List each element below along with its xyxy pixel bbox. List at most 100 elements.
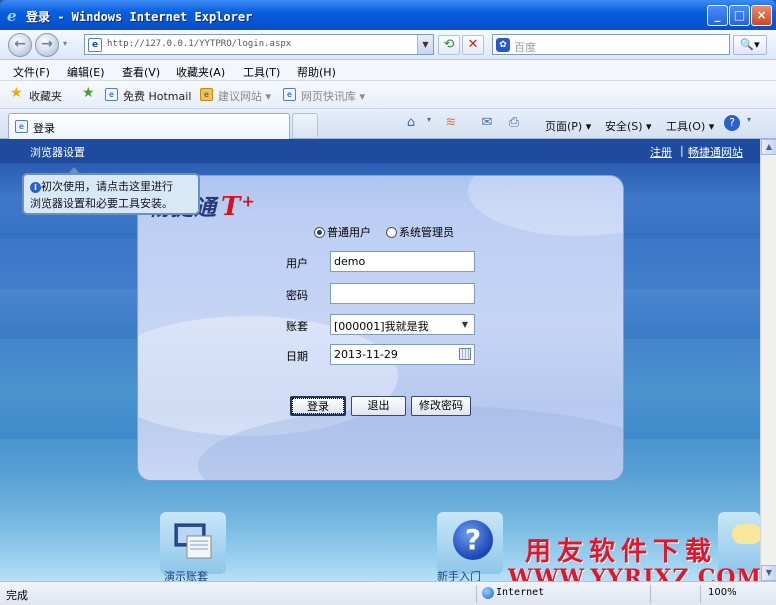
change-password-button[interactable]: 修改密码 [411, 396, 471, 416]
baidu-icon: ✿ [496, 38, 510, 52]
watermark-chinese: 用友软件下载 [525, 537, 718, 567]
login-panel: 畅捷通T+ 普通用户 系统管理员 用户 demo 密码 账套 [000001]我… [137, 175, 624, 481]
fav-web-slice[interactable]: 网页快讯库 ▾ [301, 88, 365, 104]
demo-account-card[interactable] [160, 512, 226, 574]
favorites-star-icon: ★ [10, 85, 23, 101]
svg-text:e: e [7, 7, 17, 23]
search-button[interactable]: 🔍▾ [733, 35, 767, 55]
menu-bar: 文件(F) 编辑(E) 查看(V) 收藏夹(A) 工具(T) 帮助(H) [0, 60, 776, 81]
tools-menu[interactable]: 工具(O) ▾ [666, 118, 714, 134]
question-mark-icon: ? [453, 520, 493, 560]
page-content: 浏览器设置 注册 | 畅捷通网站 i 初次使用，请点击这里进行 浏览器设置和必要工… [0, 139, 760, 581]
logo-plus: + [241, 191, 256, 211]
history-dropdown-icon[interactable]: ▾ [63, 39, 67, 48]
register-link[interactable]: 注册 [650, 144, 672, 160]
page-menu[interactable]: 页面(P) ▾ [545, 118, 591, 134]
menu-view[interactable]: 查看(V) [122, 64, 160, 80]
lightbulb-icon [732, 524, 760, 544]
help-dropdown-icon[interactable]: ▾ [740, 115, 758, 131]
user-input[interactable]: demo [330, 251, 475, 272]
status-separator [476, 585, 477, 603]
home-dropdown-icon[interactable]: ▾ [420, 115, 438, 131]
help-icon[interactable]: ? [724, 115, 740, 131]
fav-hotmail[interactable]: 免费 Hotmail [123, 88, 191, 104]
new-tab-button[interactable] [292, 113, 318, 137]
beginner-guide-label[interactable]: 新手入门 [437, 568, 481, 581]
address-toolbar: ← → ▾ e http://127.0.0.1/YYTPRO/login.as… [0, 30, 776, 60]
menu-tools[interactable]: 工具(T) [243, 64, 280, 80]
date-label: 日期 [286, 350, 308, 363]
address-dropdown-icon[interactable]: ▼ [417, 35, 433, 54]
password-label: 密码 [286, 289, 308, 302]
title-bar: e 登录 - Windows Internet Explorer _ □ × [0, 0, 776, 30]
back-button[interactable]: ← [8, 33, 32, 57]
address-input[interactable]: e http://127.0.0.1/YYTPRO/login.aspx ▼ [84, 34, 434, 55]
demo-account-label[interactable]: 演示账套 [164, 568, 208, 581]
internet-zone-icon [482, 587, 494, 599]
status-text: 完成 [6, 589, 28, 602]
monitor-icon [174, 523, 212, 559]
close-button[interactable]: × [751, 5, 772, 26]
menu-file[interactable]: 文件(F) [13, 64, 50, 80]
tooltip-line1: 初次使用，请点击这里进行 [41, 180, 173, 193]
date-value: 2013-11-29 [334, 348, 398, 361]
info-icon: i [30, 182, 41, 193]
menu-help[interactable]: 帮助(H) [297, 64, 336, 80]
menu-favorites[interactable]: 收藏夹(A) [176, 64, 225, 80]
radio-normal-user[interactable] [314, 227, 325, 238]
home-icon[interactable]: ⌂ [402, 115, 420, 131]
first-use-tooltip[interactable]: i 初次使用，请点击这里进行 浏览器设置和必要工具安装。 [22, 173, 200, 215]
feeds-icon[interactable]: ≋ [442, 115, 460, 131]
add-favorite-icon[interactable]: ★ [82, 85, 95, 101]
favorites-bar: ★ 收藏夹 ★ e 免费 Hotmail e 建议网站 ▾ e 网页快讯库 ▾ [0, 81, 776, 109]
account-select[interactable]: [000001]我就是我 ▼ [330, 314, 475, 335]
search-input[interactable]: ✿ 百度 [492, 34, 730, 55]
minimize-button[interactable]: _ [707, 5, 728, 26]
print-icon[interactable]: ⎙ [505, 115, 523, 131]
menu-edit[interactable]: 编辑(E) [67, 64, 105, 80]
browser-settings-link[interactable]: 浏览器设置 [30, 144, 85, 160]
forward-arrow-icon: → [41, 36, 53, 52]
radio-normal-user-label[interactable]: 普通用户 [327, 226, 371, 239]
url-text: http://127.0.0.1/YYTPRO/login.aspx [107, 39, 292, 49]
stop-button[interactable]: ✕ [462, 35, 484, 55]
status-bar: 完成 Internet 100% [0, 581, 776, 605]
radio-admin-label[interactable]: 系统管理员 [399, 226, 454, 239]
maximize-button[interactable]: □ [729, 5, 750, 26]
password-input[interactable] [330, 283, 475, 304]
window-title: 登录 - Windows Internet Explorer [26, 10, 253, 24]
refresh-button[interactable]: ⟲ [438, 35, 460, 55]
safety-menu[interactable]: 安全(S) ▾ [605, 118, 652, 134]
tab-login[interactable]: e 登录 [8, 113, 290, 139]
login-button[interactable]: 登录 [290, 396, 346, 416]
back-arrow-icon: ← [14, 36, 26, 52]
chanjet-site-link[interactable]: 畅捷通网站 [688, 144, 743, 160]
date-input[interactable]: 2013-11-29 [330, 344, 475, 365]
user-label: 用户 [286, 257, 308, 270]
zone-text: Internet [496, 587, 545, 598]
exit-button[interactable]: 退出 [351, 396, 406, 416]
tooltip-line2: 浏览器设置和必要工具安装。 [30, 197, 173, 210]
calendar-icon[interactable] [459, 348, 471, 360]
role-selector: 普通用户 系统管理员 [314, 224, 454, 240]
logo-t: T [221, 192, 242, 222]
forward-button[interactable]: → [35, 33, 59, 57]
favorites-button[interactable]: 收藏夹 [29, 88, 62, 104]
scroll-down-icon[interactable]: ▼ [761, 565, 776, 581]
top-strip [0, 139, 760, 163]
zoom-level[interactable]: 100% [708, 587, 737, 598]
fav-suggested-sites[interactable]: 建议网站 ▾ [218, 88, 271, 104]
tab-row: e 登录 ⌂ ▾ ≋ ✉ ⎙ 页面(P) ▾ 安全(S) ▾ 工具(O) ▾ ?… [0, 109, 776, 139]
scroll-up-icon[interactable]: ▲ [761, 139, 776, 155]
hotmail-icon: e [105, 88, 118, 101]
mail-icon[interactable]: ✉ [478, 115, 496, 131]
account-value: [000001]我就是我 [334, 320, 429, 333]
watermark-url: WWW.YYRJXZ.COM [508, 565, 760, 581]
search-placeholder: 百度 [514, 41, 536, 54]
vertical-scrollbar[interactable]: ▲ ▼ [760, 139, 776, 581]
account-label: 账套 [286, 320, 308, 333]
chevron-down-icon[interactable]: ▼ [458, 317, 472, 332]
beginner-guide-card[interactable]: ? [437, 512, 503, 574]
radio-admin[interactable] [386, 227, 397, 238]
tab-label: 登录 [33, 122, 55, 135]
